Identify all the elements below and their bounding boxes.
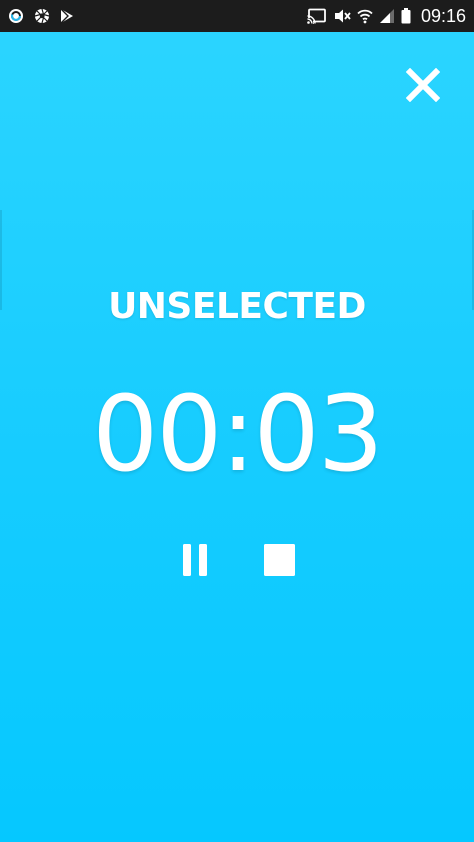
wifi-icon [357, 8, 373, 24]
battery-icon [401, 8, 411, 24]
status-system: 09:16 [306, 5, 466, 27]
play-store-icon [60, 8, 74, 24]
signal-icon [379, 8, 395, 24]
timer-screen: 09:16 UNSELECTED 00:03 [0, 0, 474, 842]
shutter-icon [34, 8, 50, 24]
pause-button[interactable] [176, 542, 214, 578]
sync-circle-icon [8, 8, 24, 24]
close-icon [406, 68, 440, 102]
pause-icon [183, 544, 207, 576]
tag-label[interactable]: UNSELECTED [0, 286, 474, 327]
status-bar: 09:16 [0, 0, 474, 32]
mute-icon [333, 8, 351, 24]
timer-controls [0, 542, 474, 578]
stop-icon [264, 544, 295, 576]
stop-button[interactable] [259, 542, 299, 578]
elapsed-time: 00:03 [92, 373, 384, 495]
status-notifications [8, 8, 74, 24]
cast-icon [306, 8, 327, 24]
close-button[interactable] [400, 62, 446, 108]
status-time: 09:16 [420, 5, 466, 26]
